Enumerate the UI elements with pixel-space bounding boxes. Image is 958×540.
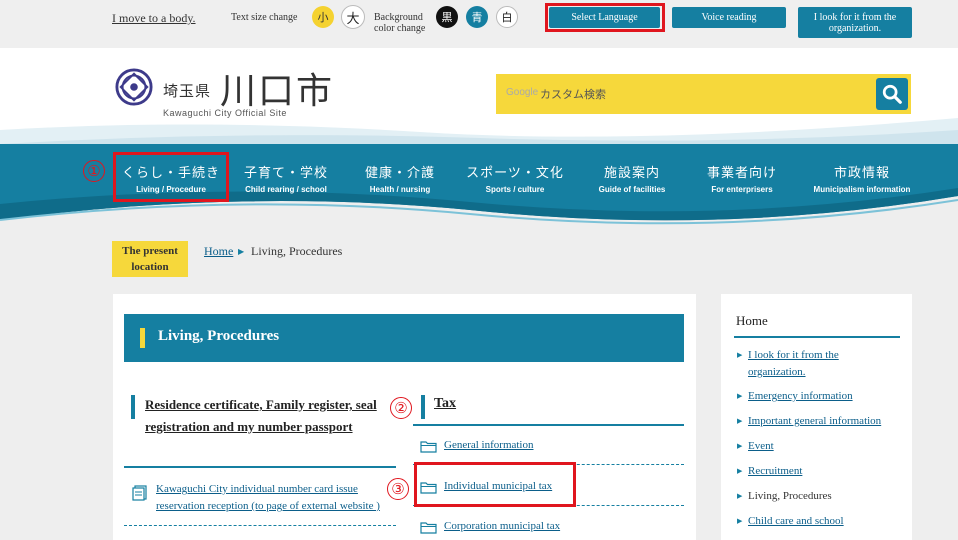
highlight-box-individual-tax: [414, 462, 576, 507]
text-size-large-button[interactable]: 大: [341, 5, 365, 29]
link-number-card-reservation[interactable]: Kawaguchi City individual number card is…: [156, 481, 396, 515]
section-title-residence[interactable]: Residence certificate, Family register, …: [145, 394, 385, 438]
nav-label-jp: 施設案内: [603, 166, 660, 181]
nav-label-en: Municipalism information: [813, 185, 911, 194]
voice-reading-button[interactable]: Voice reading: [672, 7, 786, 28]
title-accent-mark: [140, 328, 145, 348]
site-header: 埼玉県 川口市 Kawaguchi City Official Site Goo…: [0, 48, 958, 144]
logo-city-name[interactable]: 川口市: [220, 62, 334, 114]
nav-item-child-rearing[interactable]: 子育て・学校 Child rearing / school: [236, 162, 336, 194]
nav-label-en: Guide of facilities: [598, 185, 666, 194]
side-item-label: Child care and school: [748, 515, 844, 527]
highlight-box-language: [545, 3, 665, 32]
top-utility-bar: I move to a body. Text size change 小 大 B…: [0, 0, 958, 48]
arrow-right-icon: ▶: [737, 492, 743, 500]
side-item-label: I look for it from the organization.: [748, 349, 839, 378]
logo-prefecture: 埼玉県: [163, 84, 212, 100]
search-button[interactable]: [876, 78, 908, 110]
side-nav-heading[interactable]: Home: [736, 313, 768, 329]
side-item-label: Event: [748, 440, 774, 452]
nav-item-health[interactable]: 健康・介護 Health / nursing: [350, 162, 450, 194]
link-corporation-municipal-tax[interactable]: Corporation municipal tax: [444, 520, 560, 532]
city-emblem-icon[interactable]: [115, 68, 153, 106]
side-item-label: Recruitment: [748, 465, 803, 477]
nav-label-en: Health / nursing: [369, 185, 431, 194]
breadcrumb-home-link[interactable]: Home: [204, 244, 233, 259]
nav-label-en: For enterprisers: [711, 185, 773, 194]
folder-icon: [420, 522, 437, 534]
link-tax-general-information[interactable]: General information: [444, 439, 534, 451]
highlight-box-nav-living: [113, 152, 229, 202]
annotation-number-1: ①: [83, 160, 105, 182]
section-title-tax[interactable]: Tax: [434, 396, 456, 412]
find-by-organization-button[interactable]: I look for it from the organization.: [798, 7, 912, 38]
arrow-right-icon: ▶: [737, 351, 743, 359]
present-location-badge: The present location: [112, 241, 188, 277]
nav-item-municipalism[interactable]: 市政情報 Municipalism information: [806, 162, 918, 194]
nav-label-jp: 子育て・学校: [243, 166, 328, 181]
annotation-number-3: ③: [387, 478, 409, 500]
document-icon: [132, 485, 147, 501]
side-item-organization[interactable]: ▶ I look for it from the organization.: [737, 347, 897, 381]
text-size-label: Text size change: [231, 12, 298, 23]
background-color-label: Background color change: [374, 12, 426, 34]
nav-item-facilities[interactable]: 施設案内 Guide of facilities: [582, 162, 682, 194]
breadcrumb-arrow-icon: ▶: [238, 247, 245, 256]
arrow-right-icon: ▶: [737, 467, 743, 475]
side-item-label: Important general information: [748, 415, 882, 427]
folder-icon: [420, 441, 437, 453]
page-title-bar: Living, Procedures: [124, 314, 684, 362]
nav-label-jp: 市政情報: [833, 166, 890, 181]
section-accent-bar: [421, 395, 425, 419]
nav-label-en: Child rearing / school: [245, 185, 327, 194]
nav-label-jp: スポーツ・文化: [466, 166, 564, 181]
nav-label-jp: 事業者向け: [706, 166, 777, 181]
annotation-number-2: ②: [390, 397, 412, 419]
page-title: Living, Procedures: [158, 328, 280, 344]
bg-black-button[interactable]: 黒: [436, 6, 458, 28]
nav-item-enterprisers[interactable]: 事業者向け For enterprisers: [692, 162, 792, 194]
search-icon: [882, 84, 902, 104]
skip-to-content-link[interactable]: I move to a body.: [112, 11, 196, 26]
arrow-right-icon: ▶: [737, 392, 743, 400]
nav-item-sports[interactable]: スポーツ・文化 Sports / culture: [460, 162, 570, 194]
breadcrumb-current: Living, Procedures: [251, 244, 343, 258]
link-divider: [124, 525, 396, 526]
section-underline: [124, 466, 396, 468]
section-accent-bar: [131, 395, 135, 419]
section-underline: [413, 424, 684, 426]
nav-label-en: Sports / culture: [485, 185, 545, 194]
nav-label-jp: 健康・介護: [364, 166, 435, 181]
search-box: Google: [496, 74, 911, 114]
logo-subtitle: Kawaguchi City Official Site: [163, 108, 287, 118]
bg-white-button[interactable]: 白: [496, 6, 518, 28]
arrow-right-icon: ▶: [737, 417, 743, 425]
arrow-right-icon: ▶: [737, 517, 743, 525]
side-item-label: Emergency information: [748, 390, 853, 402]
text-size-small-button[interactable]: 小: [312, 6, 334, 28]
arrow-right-icon: ▶: [737, 442, 743, 450]
side-nav-underline: [734, 336, 900, 338]
side-item-label: Living, Procedures: [748, 490, 832, 502]
bg-blue-button[interactable]: 青: [466, 6, 488, 28]
search-input[interactable]: [504, 84, 864, 104]
